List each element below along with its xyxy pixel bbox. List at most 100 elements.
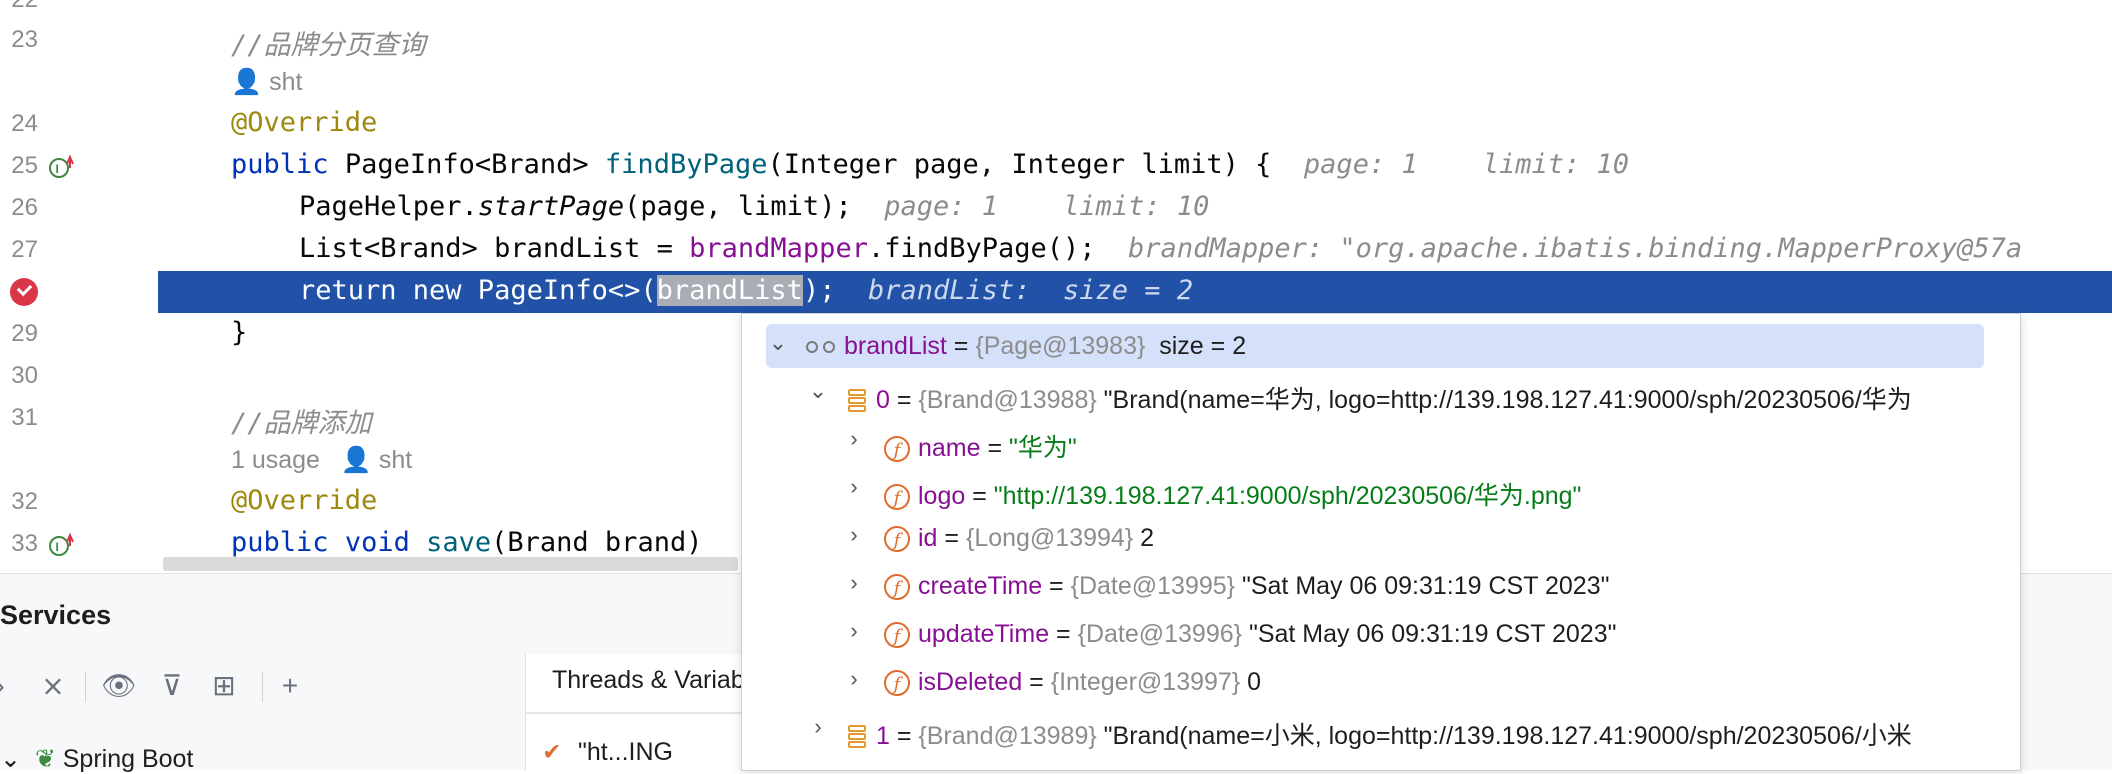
element-label: 0 = {Brand@13988} "Brand(name=华为, logo=h… <box>848 380 1912 416</box>
line-number: 29 <box>11 320 38 347</box>
field-icon: f <box>884 436 910 463</box>
expand-all-icon[interactable]: › <box>0 666 20 706</box>
horizontal-scrollbar[interactable] <box>163 557 738 571</box>
chevron-right-icon[interactable]: › <box>842 474 866 500</box>
line-number: 24 <box>11 110 38 137</box>
code-text: public PageInfo<Brand> findByPage(Intege… <box>231 149 1630 180</box>
svg-text:I: I <box>56 540 59 554</box>
inlay-hint: brandMapper: "org.apache.ibatis.binding.… <box>1128 233 2023 264</box>
chevron-right-icon[interactable]: › <box>842 570 866 596</box>
field-icon: f <box>884 622 910 649</box>
field-row[interactable]: › f isDeleted = {Integer@13997} 0 <box>742 660 2020 704</box>
root-label: brandList = {Page@13983} size = 2 <box>806 332 1246 361</box>
field-icon: f <box>884 526 910 553</box>
popup-root-row[interactable]: ⌄ brandList = {Page@13983} size = 2 <box>766 324 1984 368</box>
field-row[interactable]: › f name = "华为" <box>742 420 2020 464</box>
code-text: } <box>231 317 248 348</box>
array-element-icon <box>848 388 866 414</box>
variable-value-popup: ⌄ brandList = {Page@13983} size = 2 ⌄ 0 … <box>741 313 2021 771</box>
chevron-right-icon[interactable]: › <box>842 426 866 452</box>
toolbar-divider <box>85 672 86 702</box>
services-title: Services <box>0 600 112 630</box>
code-line[interactable]: 22 <box>0 0 2112 21</box>
eye-icon[interactable]: 👁 <box>99 666 139 706</box>
toolbar-divider <box>262 672 263 702</box>
new-tab-icon[interactable]: ⊞ <box>204 666 244 706</box>
implementation-icon[interactable]: I <box>48 532 74 558</box>
line-number: 32 <box>11 488 38 515</box>
field-label: f createTime = {Date@13995} "Sat May 06 0… <box>884 572 1610 601</box>
user-icon: 👤 <box>340 446 379 474</box>
author-name: sht <box>269 68 303 96</box>
code-line[interactable]: 26 PageHelper.startPage(page, limit); pa… <box>0 187 2112 229</box>
tab-threads-variables[interactable]: Threads & Variables <box>552 666 746 695</box>
code-text: PageHelper.startPage(page, limit); page:… <box>299 191 1210 222</box>
field-icon: f <box>884 484 910 511</box>
code-text: List<Brand> brandList = brandMapper.find… <box>299 233 2023 264</box>
field-label: f logo = "http://139.198.127.41:9000/sph/… <box>884 476 1581 512</box>
chevron-down-icon[interactable]: ⌄ <box>766 330 790 356</box>
line-number: 23 <box>11 26 38 53</box>
services-tree[interactable]: ⌄ ❦ Spring Boot <box>0 744 193 774</box>
breakpoint-icon[interactable] <box>10 278 38 306</box>
usage-count[interactable]: 1 usage <box>231 446 320 474</box>
current-line[interactable]: return new PageInfo<>(brandList); brandL… <box>0 271 2112 313</box>
field-icon: f <box>884 670 910 697</box>
user-icon: 👤 <box>231 68 270 96</box>
code-text: public void save(Brand brand) <box>231 527 703 558</box>
usage-hint[interactable]: 1 usage 👤 sht <box>231 446 412 475</box>
line-number: 27 <box>11 236 38 263</box>
field-label: f updateTime = {Date@13996} "Sat May 06 0… <box>884 620 1616 649</box>
line-number: 33 <box>11 530 38 557</box>
code-line[interactable]: 27 List<Brand> brandList = brandMapper.f… <box>0 229 2112 271</box>
annotation: @Override <box>231 107 378 138</box>
chevron-right-icon[interactable]: › <box>842 666 866 692</box>
array-element-icon <box>848 724 866 750</box>
field-row[interactable]: › f id = {Long@13994} 2 <box>742 516 2020 560</box>
collapse-all-icon[interactable]: ⨯ <box>33 666 73 706</box>
code-text: return new PageInfo<>(brandList); brandL… <box>299 275 1194 306</box>
field-icon: f <box>884 574 910 601</box>
filter-icon[interactable]: ⊽ <box>152 666 192 706</box>
annotation: @Override <box>231 485 378 516</box>
field-label: f isDeleted = {Integer@13997} 0 <box>884 668 1261 697</box>
svg-text:I: I <box>56 162 59 176</box>
line-number: 30 <box>11 362 38 389</box>
code-line[interactable]: 23 //品牌分页查询 <box>0 19 2112 61</box>
chevron-right-icon[interactable]: › <box>806 714 830 740</box>
code-vision-author[interactable]: 👤 sht <box>0 61 2112 103</box>
inlay-hint: page: 1 <box>1303 149 1418 180</box>
add-icon[interactable]: + <box>270 666 310 706</box>
watch-glasses-icon <box>806 339 838 355</box>
thread-row[interactable]: "ht...ING <box>578 738 673 767</box>
field-row[interactable]: › f updateTime = {Date@13996} "Sat May 06… <box>742 612 2020 656</box>
author-name: sht <box>378 446 413 474</box>
line-number: 25 <box>11 152 38 179</box>
chevron-right-icon[interactable]: › <box>842 522 866 548</box>
element-label: 1 = {Brand@13989} "Brand(name=小米, logo=h… <box>848 716 1912 752</box>
inlay-hint: limit: 10 <box>1482 149 1630 180</box>
list-item-1[interactable]: › 1 = {Brand@13989} "Brand(name=小米, logo… <box>742 708 2020 752</box>
check-icon: ✔ <box>544 736 560 766</box>
line-number: 22 <box>0 0 38 14</box>
code-line[interactable]: 24 @Override <box>0 103 2112 145</box>
selected-token: brandList <box>656 275 803 306</box>
field-label: f name = "华为" <box>884 428 1077 464</box>
tab-underline <box>526 712 746 714</box>
line-number: 26 <box>11 194 38 221</box>
chevron-right-icon[interactable]: › <box>842 618 866 644</box>
implementation-icon[interactable]: I <box>48 154 74 180</box>
field-row[interactable]: › f createTime = {Date@13995} "Sat May 06… <box>742 564 2020 608</box>
field-row[interactable]: › f logo = "http://139.198.127.41:9000/sp… <box>742 468 2020 512</box>
code-line[interactable]: 25 I public PageInfo<Brand> findByPage(I… <box>0 145 2112 187</box>
author-hint[interactable]: 👤 sht <box>231 68 302 97</box>
chevron-down-icon[interactable]: ⌄ <box>806 378 830 404</box>
code-comment: //品牌添加 <box>231 408 372 439</box>
line-number: 31 <box>11 404 38 431</box>
code-comment: //品牌分页查询 <box>231 30 426 61</box>
inlay-hint: brandList: size = 2 <box>867 275 1194 306</box>
list-item-0[interactable]: ⌄ 0 = {Brand@13988} "Brand(name=华为, logo… <box>742 372 2020 416</box>
inlay-hint: page: 1 <box>884 191 999 222</box>
field-label: f id = {Long@13994} 2 <box>884 524 1154 553</box>
debug-pane: Threads & Variables ✔ "ht...ING <box>525 654 746 770</box>
